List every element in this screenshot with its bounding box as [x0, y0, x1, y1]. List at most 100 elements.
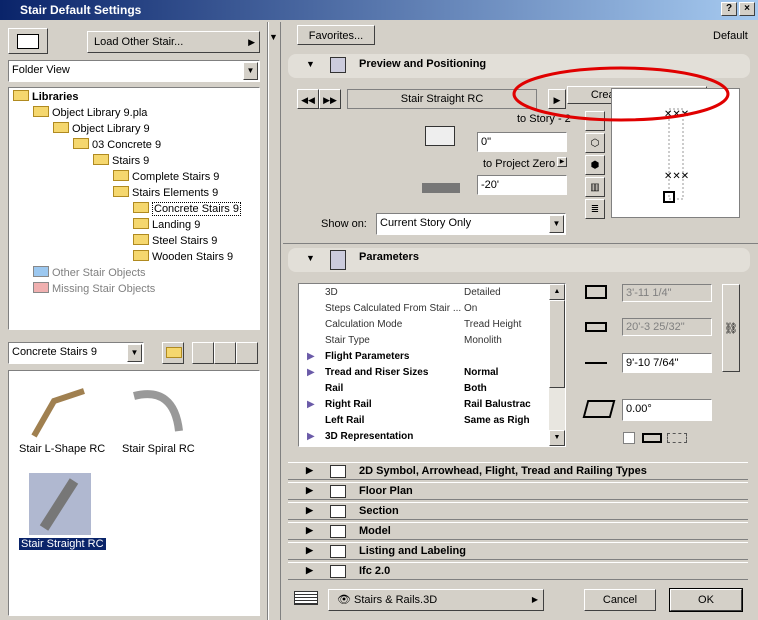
parameter-name[interactable]: Flight Parameters [325, 351, 409, 362]
folder-up-button[interactable] [162, 342, 184, 364]
tree-item[interactable]: Object Library 9 [53, 121, 150, 137]
library-tree[interactable]: Libraries Object Library 9.pla Object Libr… [8, 87, 260, 330]
parameter-value[interactable]: Tread Height [464, 319, 521, 330]
stair-spiral-thumbnail[interactable] [129, 381, 189, 441]
tree-item[interactable]: Libraries [13, 89, 78, 105]
height-input[interactable]: 9'-10 7/64" [622, 353, 712, 373]
view-small-icons-button[interactable] [214, 342, 236, 364]
previous-button[interactable]: ◀◀ [297, 89, 319, 109]
list-view-button[interactable]: ≣ [585, 199, 605, 219]
section-view-button[interactable]: ▥ [585, 177, 605, 197]
3d-shaded-view-button[interactable]: ⬢ [585, 155, 605, 175]
ok-button[interactable]: OK [669, 588, 743, 612]
section-title: Preview and Positioning [359, 58, 487, 70]
tree-item[interactable]: Concrete Stairs 9 [133, 201, 241, 217]
red-annotation-circle [512, 66, 730, 122]
cancel-button[interactable]: Cancel [584, 589, 656, 611]
section-title: Parameters [359, 251, 419, 263]
parameter-name[interactable]: Calculation Mode [325, 319, 402, 330]
favorites-button[interactable]: Favorites... [297, 25, 375, 45]
tree-item[interactable]: Stairs 9 [93, 153, 149, 169]
object-label[interactable]: Stair L-Shape RC [19, 443, 105, 455]
length-input[interactable]: 20'-3 25/32" [622, 318, 712, 336]
parameter-value[interactable]: Normal [464, 367, 498, 378]
tree-item[interactable]: Object Library 9.pla [33, 105, 147, 121]
divider [280, 22, 281, 620]
view-mode-select[interactable]: Folder View ▼ [8, 60, 260, 82]
section-header[interactable]: ▶ Model [288, 522, 748, 540]
parameter-value[interactable]: Same as Righ [464, 415, 530, 426]
parameter-name[interactable]: Right Rail [325, 399, 372, 410]
section-header[interactable]: ▶ Section [288, 502, 748, 520]
tree-item[interactable]: Stairs Elements 9 [113, 185, 218, 201]
mirrored-icon [667, 433, 687, 443]
angle-input[interactable]: 0.00° [622, 399, 712, 421]
rotation-angle-icon [582, 400, 616, 418]
library-manager-button[interactable] [8, 28, 48, 54]
parameter-name[interactable]: Stair Type [325, 335, 370, 346]
expand-icon[interactable]: ▶ [307, 399, 315, 410]
scroll-up-button[interactable]: ▲ [549, 284, 565, 300]
tree-item[interactable]: Complete Stairs 9 [113, 169, 219, 185]
parameter-value[interactable]: Detailed [464, 287, 501, 298]
parameter-name[interactable]: Tread and Riser Sizes [325, 367, 428, 378]
3d-wire-view-button[interactable]: ⬡ [585, 133, 605, 153]
parameters-list[interactable]: 3D Detailed Steps Calculated From Stair ..… [298, 283, 566, 447]
tree-item[interactable]: Landing 9 [133, 217, 200, 233]
tree-item[interactable]: Steel Stairs 9 [133, 233, 217, 249]
chain-lock-button[interactable]: ⛓ [722, 284, 740, 372]
scrollbar[interactable]: ▲ ▼ [549, 284, 565, 446]
section-header[interactable]: ▶ Floor Plan [288, 482, 748, 500]
reference-menu-button[interactable]: ▶ [557, 157, 567, 167]
parameter-value[interactable]: Rail Balustrac [464, 399, 531, 410]
arrow-right-icon: ▶ [248, 37, 255, 47]
object-label-selected[interactable]: Stair Straight RC [19, 538, 106, 550]
parameters-section-header[interactable]: ▼ Parameters [288, 248, 750, 272]
view-list-button[interactable] [236, 342, 258, 364]
object-browser[interactable]: Stair L-Shape RC Stair Spiral RC Stair S… [8, 370, 260, 616]
object-label[interactable]: Stair Spiral RC [122, 443, 195, 455]
layer-select[interactable]: 👁 Stairs & Rails.3D ▶ [328, 589, 544, 611]
stair-l-shape-thumbnail[interactable] [29, 381, 89, 441]
parameter-value[interactable]: Both [464, 383, 487, 394]
scroll-down-button[interactable]: ▼ [549, 430, 565, 446]
tree-item[interactable]: Wooden Stairs 9 [133, 249, 233, 265]
scroll-thumb[interactable] [549, 300, 565, 388]
load-other-label: Load Other Stair... [94, 36, 184, 48]
stair-straight-thumbnail[interactable] [29, 473, 91, 535]
parameter-name[interactable]: Steps Calculated From Stair ... [325, 303, 461, 314]
expand-icon[interactable]: ▶ [307, 351, 315, 362]
view-large-icons-button[interactable] [192, 342, 214, 364]
bottom-elevation-input[interactable]: -20' [477, 175, 567, 195]
bottom-elevation-icon [422, 183, 460, 193]
load-other-stair-button[interactable]: Load Other Stair... ▶ [87, 31, 260, 53]
parameter-name[interactable]: 3D Representation [325, 431, 413, 442]
parameter-value[interactable]: On [464, 303, 477, 314]
close-button[interactable]: × [739, 2, 755, 16]
expand-icon: ▶ [306, 485, 313, 495]
parameter-name[interactable]: Left Rail [325, 415, 364, 426]
top-elevation-input[interactable]: 0" [477, 132, 567, 152]
show-on-select[interactable]: Current Story Only ▼ [376, 213, 566, 235]
section-header[interactable]: ▶ Listing and Labeling [288, 542, 748, 560]
collapse-arrow-icon[interactable]: ▼ [269, 32, 278, 42]
mirror-checkbox[interactable] [623, 432, 635, 444]
expand-icon[interactable]: ▶ [307, 431, 315, 442]
folder-icon [113, 186, 129, 197]
parameter-name[interactable]: Rail [325, 383, 343, 394]
parameter-value[interactable]: Monolith [464, 335, 502, 346]
expand-icon[interactable]: ▶ [307, 367, 315, 378]
tree-item-label: Object Library 9 [72, 123, 150, 135]
parameter-name[interactable]: 3D [325, 287, 338, 298]
tree-item[interactable]: 03 Concrete 9 [73, 137, 161, 153]
tree-item[interactable]: Missing Stair Objects [33, 281, 155, 297]
section-header[interactable]: ▶ Ifc 2.0 [288, 562, 748, 580]
width-input[interactable]: 3'-11 1/4" [622, 284, 712, 302]
folder-select[interactable]: Concrete Stairs 9 ▼ [8, 342, 144, 364]
section-header[interactable]: ▶ 2D Symbol, Arrowhead, Flight, Tread and… [288, 462, 748, 480]
tree-item[interactable]: Other Stair Objects [33, 265, 146, 281]
height-icon [585, 356, 607, 364]
help-button[interactable]: ? [721, 2, 737, 16]
expand-icon: ▶ [306, 465, 313, 475]
next-button[interactable]: ▶▶ [319, 89, 341, 109]
